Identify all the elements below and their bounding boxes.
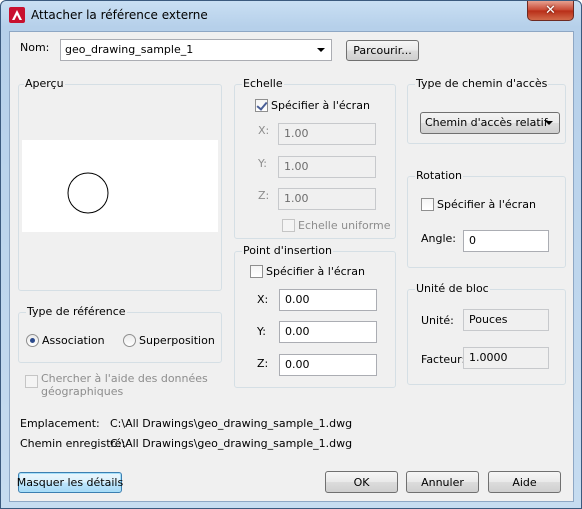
scale-x-input[interactable]: 1.00 <box>278 123 376 145</box>
scale-z-input[interactable]: 1.00 <box>278 188 376 210</box>
browse-button[interactable]: Parcourir... <box>346 40 419 61</box>
unit-value: Pouces <box>463 309 549 331</box>
insertion-x-input[interactable]: 0.00 <box>279 289 377 311</box>
preview-group-title: Aperçu <box>24 77 65 90</box>
association-label[interactable]: Association <box>42 334 105 347</box>
factor-label: Facteur: <box>421 353 466 366</box>
location-label: Emplacement: <box>20 417 100 430</box>
path-type-group: Type de chemin d'accès Chemin d'accès re… <box>407 77 566 144</box>
factor-value: 1.0000 <box>463 347 549 369</box>
insertion-z-input[interactable]: 0.00 <box>279 354 377 376</box>
dialog-body: Nom: geo_drawing_sample_1 Parcourir... A… <box>9 31 574 502</box>
ok-button[interactable]: OK <box>325 471 398 493</box>
geo-checkbox[interactable] <box>25 375 38 388</box>
path-type-title: Type de chemin d'accès <box>415 77 549 90</box>
scale-group: Echelle Spécifier à l'écran X: 1.00 Y: 1… <box>234 77 396 239</box>
name-combobox-value: geo_drawing_sample_1 <box>65 43 194 56</box>
autocad-logo-icon <box>9 7 25 23</box>
uniform-scale-label: Echelle uniforme <box>298 219 391 232</box>
path-type-combobox[interactable]: Chemin d'accès relatif <box>420 112 560 134</box>
name-label: Nom: <box>20 41 50 54</box>
insertion-y-label: Y: <box>257 325 266 338</box>
rotation-specify-label[interactable]: Spécifier à l'écran <box>437 198 536 211</box>
angle-input[interactable]: 0 <box>463 230 549 252</box>
path-type-value: Chemin d'accès relatif <box>425 116 548 129</box>
block-unit-group: Unité de bloc Unité: Pouces Facteur: 1.0… <box>407 282 566 385</box>
scale-y-input[interactable]: 1.00 <box>278 156 376 178</box>
scale-y-label: Y: <box>258 157 267 170</box>
insertion-group-title: Point d'insertion <box>242 244 333 257</box>
chevron-down-icon <box>317 48 325 52</box>
reference-type-group: Type de référence Association Superposit… <box>18 305 222 363</box>
geo-label-line2: géographiques <box>41 385 124 398</box>
scale-group-title: Echelle <box>242 77 284 90</box>
superposition-radio[interactable] <box>123 334 136 347</box>
close-button[interactable]: ✕ <box>527 1 574 21</box>
block-unit-title: Unité de bloc <box>415 282 490 295</box>
insertion-z-label: Z: <box>257 357 269 370</box>
insertion-y-input[interactable]: 0.00 <box>279 321 377 343</box>
scale-x-label: X: <box>258 124 270 137</box>
name-combobox[interactable]: geo_drawing_sample_1 <box>60 39 332 61</box>
geo-label-line1: Chercher à l'aide des données <box>41 372 208 385</box>
insertion-specify-checkbox[interactable] <box>250 265 263 278</box>
insertion-specify-label[interactable]: Spécifier à l'écran <box>266 265 365 278</box>
hide-details-button[interactable]: Masquer les détails <box>17 472 123 493</box>
scale-specify-checkbox[interactable] <box>255 99 268 112</box>
window-title: Attacher la référence externe <box>31 8 208 22</box>
scale-specify-label[interactable]: Spécifier à l'écran <box>271 99 370 112</box>
insertion-group: Point d'insertion Spécifier à l'écran X:… <box>234 244 396 388</box>
help-button[interactable]: Aide <box>488 471 561 493</box>
cancel-button[interactable]: Annuler <box>406 471 479 493</box>
rotation-group: Rotation Spécifier à l'écran Angle: 0 <box>407 169 566 268</box>
uniform-scale-checkbox[interactable] <box>282 219 295 232</box>
scale-z-label: Z: <box>258 189 270 202</box>
unit-label: Unité: <box>421 314 454 327</box>
saved-path-value: C:\All Drawings\geo_drawing_sample_1.dwg <box>110 437 353 450</box>
circle-preview-icon <box>67 172 109 214</box>
association-radio[interactable] <box>26 334 39 347</box>
insertion-x-label: X: <box>257 293 269 306</box>
rotation-title: Rotation <box>415 169 464 182</box>
dialog-window: Attacher la référence externe ✕ Nom: geo… <box>0 0 582 509</box>
reference-type-title: Type de référence <box>26 305 127 318</box>
rotation-specify-checkbox[interactable] <box>421 198 434 211</box>
preview-image <box>22 140 218 232</box>
close-icon: ✕ <box>545 3 556 18</box>
chevron-down-icon <box>545 121 553 125</box>
location-value: C:\All Drawings\geo_drawing_sample_1.dwg <box>110 417 353 430</box>
angle-label: Angle: <box>421 232 457 245</box>
superposition-label[interactable]: Superposition <box>139 334 215 347</box>
